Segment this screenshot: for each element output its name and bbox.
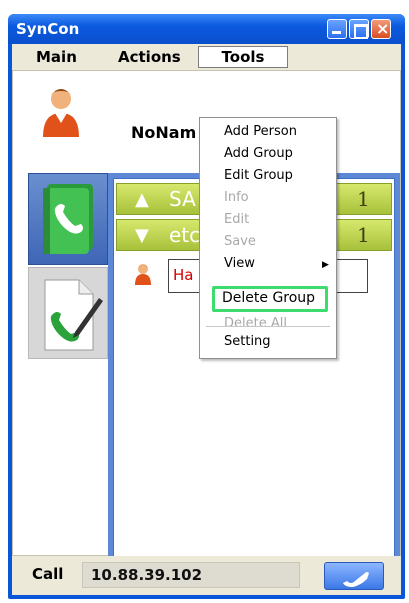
- app-window: SynCon × Main Actions Tools NoNam ▲ SA 1…: [8, 14, 405, 599]
- call-address-field[interactable]: 10.88.39.102: [82, 562, 300, 588]
- menu-item-setting[interactable]: Setting: [224, 334, 271, 349]
- main-content: NoNam ▲ SA 1 ▼ etc 1 Ha I Add Person Add…: [12, 70, 401, 577]
- user-avatar-icon[interactable]: [41, 85, 81, 137]
- close-button[interactable]: ×: [371, 19, 391, 39]
- profile-name: NoNam: [131, 123, 197, 142]
- nav-calls-tab[interactable]: [28, 267, 108, 359]
- menu-item-add-group[interactable]: Add Group: [224, 146, 293, 161]
- window-title: SynCon: [16, 20, 80, 38]
- phone-document-icon: [44, 279, 103, 351]
- submenu-arrow-icon: ▶: [322, 260, 329, 270]
- tools-dropdown-menu: Add Person Add Group Edit Group Info Edi…: [199, 117, 337, 359]
- minimize-button[interactable]: [327, 19, 347, 39]
- group-name: etc: [169, 223, 201, 247]
- group-count: 1: [357, 187, 370, 211]
- menu-item-edit-group[interactable]: Edit Group: [224, 168, 293, 183]
- menu-item-save: Save: [224, 234, 256, 249]
- menu-actions[interactable]: Actions: [118, 48, 181, 66]
- group-name: SA: [169, 187, 196, 211]
- call-button[interactable]: [324, 562, 384, 590]
- menu-main[interactable]: Main: [36, 48, 77, 66]
- menu-item-delete-group[interactable]: Delete Group: [222, 290, 315, 306]
- menu-item-edit: Edit: [224, 212, 250, 227]
- person-icon: [135, 264, 151, 285]
- menu-item-view[interactable]: View: [224, 256, 255, 271]
- call-label: Call: [32, 565, 64, 583]
- menu-separator: [206, 326, 330, 327]
- menu-item-info: Info: [224, 190, 249, 205]
- expand-arrow-icon[interactable]: ▼: [135, 225, 149, 246]
- menu-item-delete-all: Delete All: [224, 316, 287, 331]
- menu-item-add-person[interactable]: Add Person: [224, 124, 297, 139]
- menu-bar: Main Actions Tools: [12, 44, 401, 70]
- handset-icon: [343, 572, 369, 587]
- title-bar[interactable]: SynCon ×: [8, 14, 405, 44]
- phone-book-icon: [43, 184, 93, 254]
- nav-contacts-tab[interactable]: [28, 173, 108, 265]
- client-area: Main Actions Tools NoNam ▲ SA 1 ▼ etc 1 …: [12, 44, 401, 595]
- call-bar: Call 10.88.39.102: [12, 556, 401, 595]
- collapse-arrow-icon[interactable]: ▲: [135, 189, 149, 210]
- maximize-button[interactable]: [349, 19, 369, 39]
- close-icon: ×: [376, 19, 390, 38]
- group-count: 1: [357, 223, 370, 247]
- menu-tools[interactable]: Tools: [198, 46, 288, 68]
